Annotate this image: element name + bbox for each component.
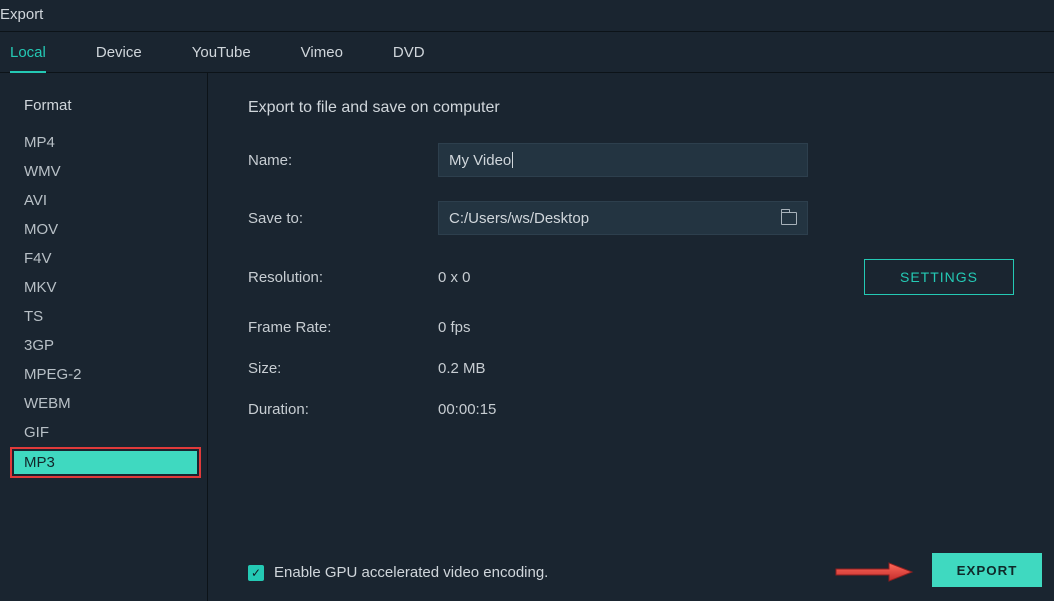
name-input[interactable]: My Video xyxy=(438,143,808,177)
name-label: Name: xyxy=(248,152,438,169)
format-item-webm[interactable]: WEBM xyxy=(0,389,207,418)
format-item-f4v[interactable]: F4V xyxy=(0,244,207,273)
format-list: MP4 WMV AVI MOV F4V MKV TS 3GP MPEG-2 WE… xyxy=(0,128,207,478)
gpu-checkbox-label: Enable GPU accelerated video encoding. xyxy=(274,564,548,581)
folder-icon[interactable] xyxy=(781,212,797,225)
format-sidebar: Format MP4 WMV AVI MOV F4V MKV TS 3GP MP… xyxy=(0,73,208,601)
name-value: My Video xyxy=(449,152,511,169)
format-item-mpeg2[interactable]: MPEG-2 xyxy=(0,360,207,389)
resolution-label: Resolution: xyxy=(248,269,438,286)
tab-dvd[interactable]: DVD xyxy=(393,44,425,72)
text-caret xyxy=(512,152,513,168)
format-item-ts[interactable]: TS xyxy=(0,302,207,331)
duration-label: Duration: xyxy=(248,401,438,418)
format-item-wmv[interactable]: WMV xyxy=(0,157,207,186)
export-button[interactable]: EXPORT xyxy=(932,553,1042,587)
format-item-mkv[interactable]: MKV xyxy=(0,273,207,302)
size-label: Size: xyxy=(248,360,438,377)
format-item-mp4[interactable]: MP4 xyxy=(0,128,207,157)
format-item-mp3[interactable]: MP3 xyxy=(0,447,207,478)
resolution-value: 0 x 0 xyxy=(438,269,471,286)
format-heading: Format xyxy=(0,97,207,128)
saveto-input[interactable]: C:/Users/ws/Desktop xyxy=(438,201,808,235)
tab-local[interactable]: Local xyxy=(10,44,46,73)
format-item-avi[interactable]: AVI xyxy=(0,186,207,215)
saveto-label: Save to: xyxy=(248,210,438,227)
format-item-gif[interactable]: GIF xyxy=(0,418,207,447)
framerate-value: 0 fps xyxy=(438,319,471,336)
framerate-label: Frame Rate: xyxy=(248,319,438,336)
format-item-mp3-label: MP3 xyxy=(14,451,197,474)
tab-vimeo[interactable]: Vimeo xyxy=(301,44,343,72)
export-settings-panel: Export to file and save on computer Name… xyxy=(208,73,1054,601)
tab-device[interactable]: Device xyxy=(96,44,142,72)
gpu-checkbox[interactable]: ✓ xyxy=(248,565,264,581)
window-title: Export xyxy=(0,0,1054,32)
format-item-mov[interactable]: MOV xyxy=(0,215,207,244)
size-value: 0.2 MB xyxy=(438,360,486,377)
panel-heading: Export to file and save on computer xyxy=(248,99,1014,117)
format-item-3gp[interactable]: 3GP xyxy=(0,331,207,360)
tab-youtube[interactable]: YouTube xyxy=(192,44,251,72)
export-tabs: Local Device YouTube Vimeo DVD xyxy=(0,32,1054,73)
settings-button[interactable]: SETTINGS xyxy=(864,259,1014,295)
duration-value: 00:00:15 xyxy=(438,401,496,418)
saveto-value: C:/Users/ws/Desktop xyxy=(449,210,589,227)
